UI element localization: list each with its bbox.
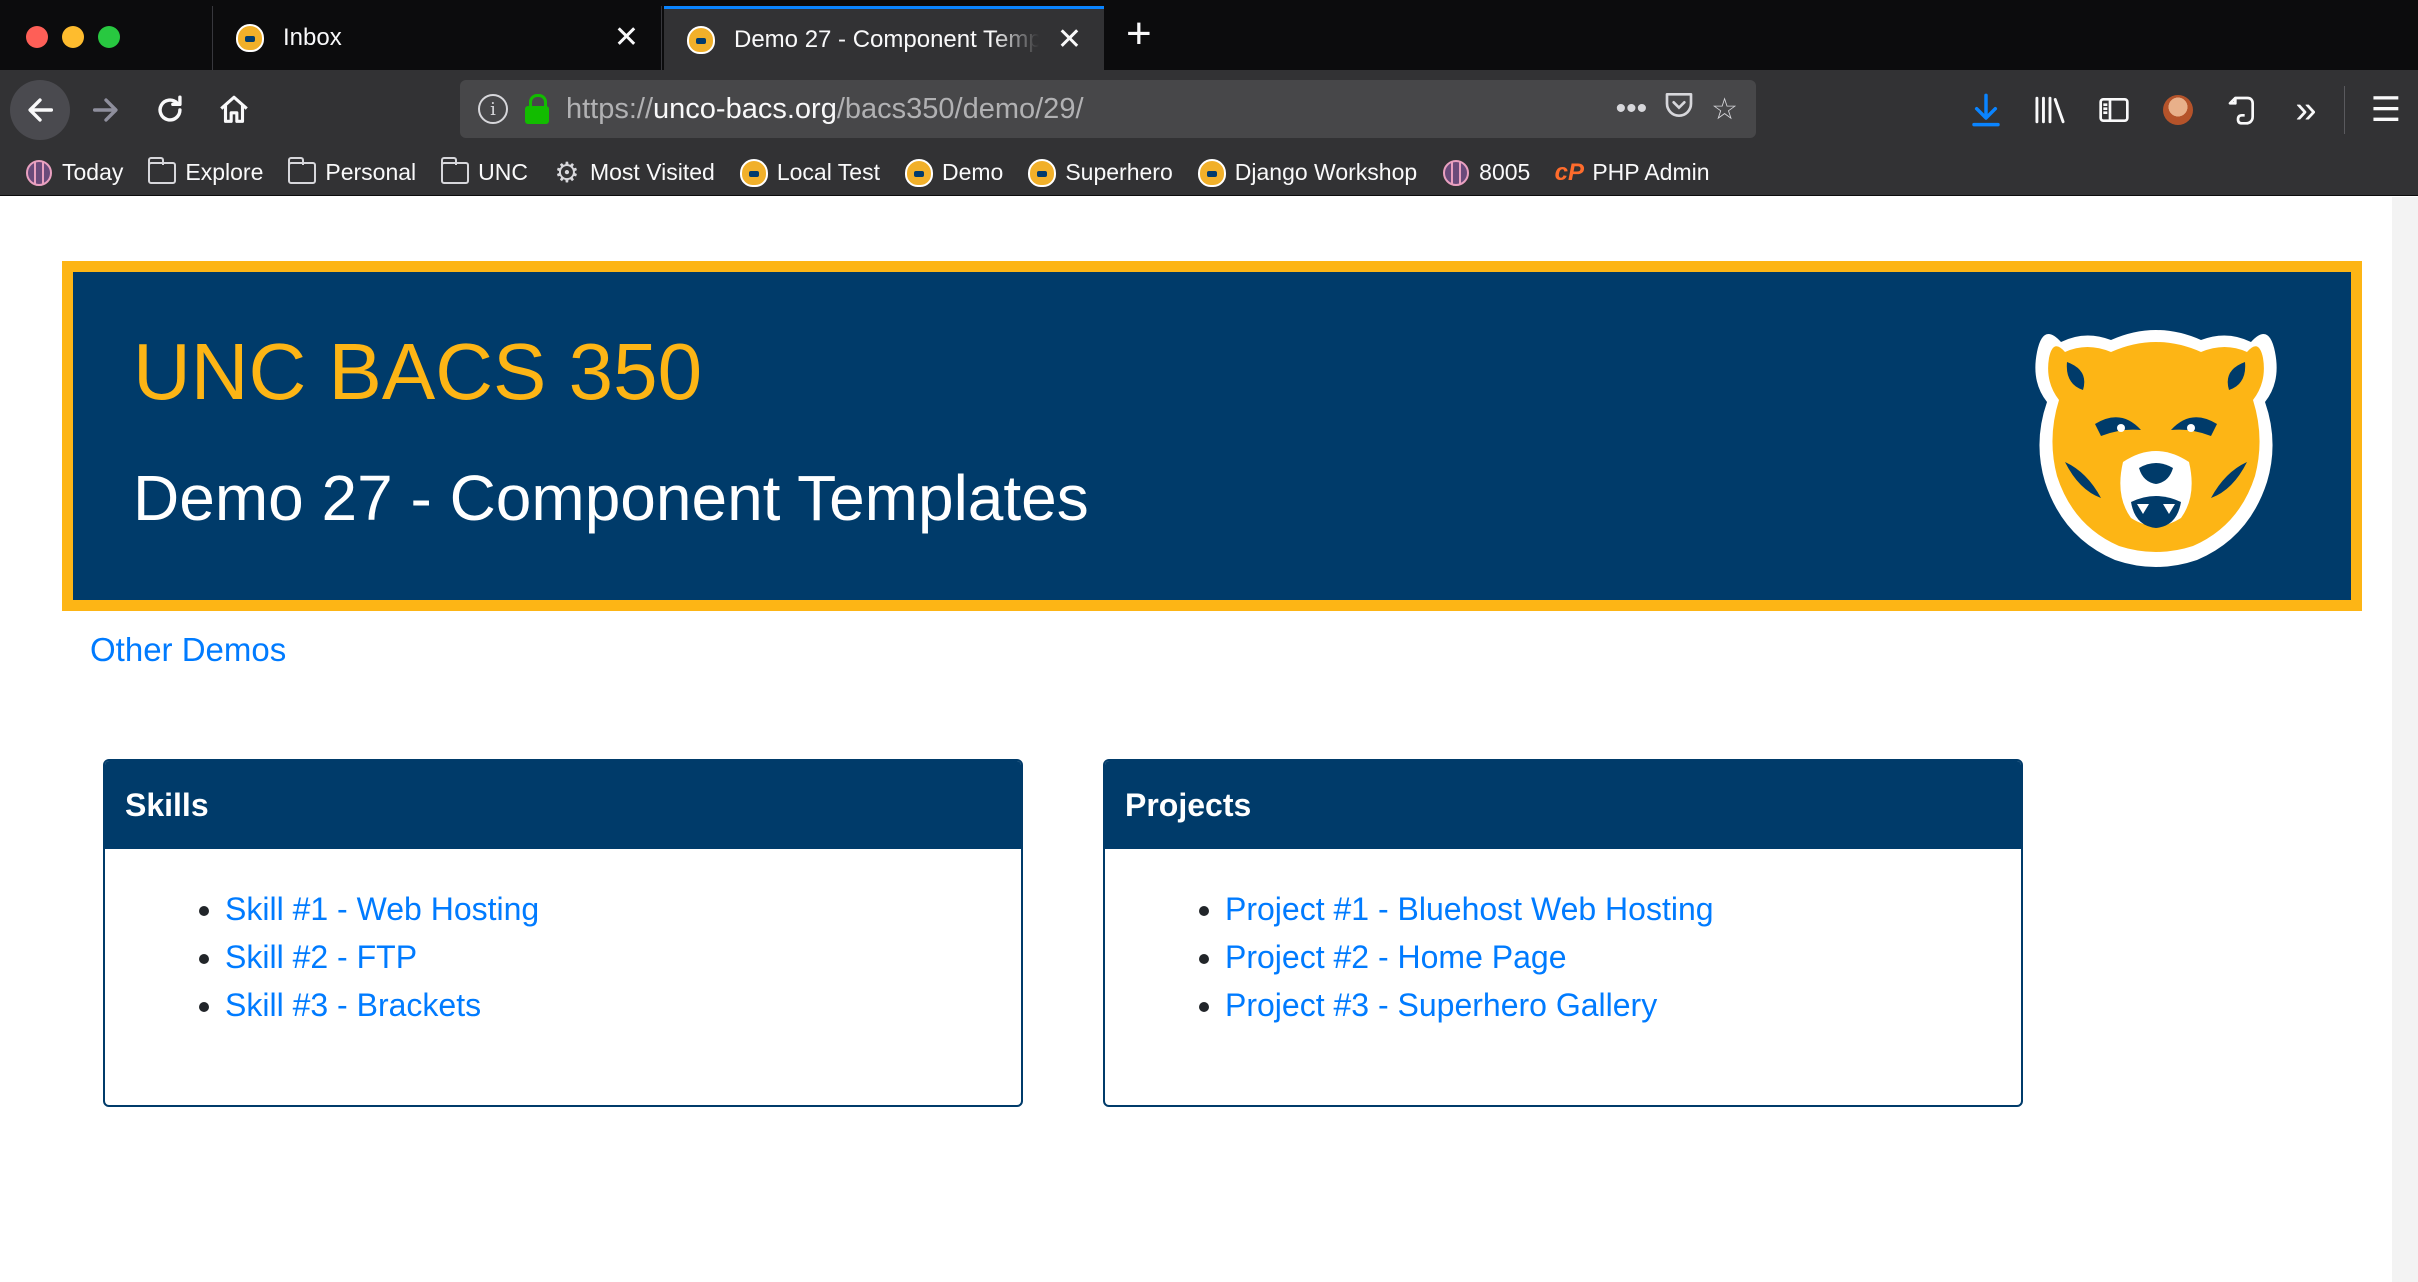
card-header: Projects bbox=[1105, 761, 2021, 849]
url-text[interactable]: https://unco-bacs.org/bacs350/demo/29/ bbox=[566, 93, 1600, 126]
info-icon[interactable]: i bbox=[478, 94, 508, 124]
close-icon[interactable]: ✕ bbox=[1057, 24, 1082, 55]
cpanel-icon: cP bbox=[1554, 158, 1585, 186]
project-link[interactable]: Project #2 - Home Page bbox=[1225, 939, 1567, 975]
project-link[interactable]: Project #3 - Superhero Gallery bbox=[1225, 987, 1657, 1023]
tab-label: Demo 27 - Component Templates bbox=[734, 25, 1039, 53]
navigation-toolbar: i https://unco-bacs.org/bacs350/demo/29/… bbox=[0, 70, 2418, 150]
folder-icon bbox=[440, 156, 470, 188]
bookmark-folder-explore[interactable]: Explore bbox=[147, 156, 264, 188]
tab-bar: Inbox ✕ Demo 27 - Component Templates ✕ … bbox=[0, 0, 2418, 70]
url-path: /bacs350/demo/29/ bbox=[836, 92, 1084, 125]
reload-icon[interactable] bbox=[140, 80, 200, 140]
bookmark-label: Superhero bbox=[1065, 159, 1173, 185]
bookmark-label: UNC bbox=[478, 159, 528, 185]
evernote-icon[interactable] bbox=[2220, 88, 2264, 132]
page-title: Demo 27 - Component Templates bbox=[133, 462, 1089, 534]
list-item: Skill #2 - FTP bbox=[225, 933, 1021, 981]
tab-inbox[interactable]: Inbox ✕ bbox=[212, 6, 662, 70]
bookmark-php-admin[interactable]: cP PHP Admin bbox=[1554, 158, 1710, 188]
bookmark-label: 8005 bbox=[1479, 159, 1531, 185]
home-icon[interactable] bbox=[204, 80, 264, 140]
sidebar-icon[interactable] bbox=[2092, 88, 2136, 132]
bookmark-most-visited[interactable]: ⚙ Most Visited bbox=[552, 157, 715, 188]
folder-icon bbox=[147, 156, 177, 188]
tab-demo-27[interactable]: Demo 27 - Component Templates ✕ bbox=[664, 6, 1104, 70]
download-icon[interactable] bbox=[1964, 88, 2008, 132]
project-link[interactable]: Project #1 - Bluehost Web Hosting bbox=[1225, 891, 1714, 927]
other-demos-link[interactable]: Other Demos bbox=[90, 631, 286, 669]
bear-icon bbox=[904, 158, 934, 188]
window-close-button[interactable] bbox=[26, 26, 48, 48]
lock-icon[interactable] bbox=[524, 94, 550, 124]
bear-logo-icon bbox=[2035, 330, 2277, 567]
projects-list: Project #1 - Bluehost Web Hosting Projec… bbox=[1105, 885, 2021, 1029]
window-zoom-button[interactable] bbox=[98, 26, 120, 48]
globe-icon bbox=[24, 158, 54, 188]
page-viewport: UNC BACS 350 Demo 27 - Component Templat… bbox=[0, 197, 2418, 1282]
bear-icon bbox=[739, 158, 769, 188]
star-icon[interactable]: ☆ bbox=[1711, 92, 1738, 127]
bookmark-local-test[interactable]: Local Test bbox=[739, 158, 880, 188]
tab-label: Inbox bbox=[283, 24, 342, 51]
bookmark-label: PHP Admin bbox=[1592, 159, 1710, 185]
bookmark-label: Most Visited bbox=[589, 159, 715, 185]
bear-icon bbox=[1197, 158, 1227, 188]
bear-icon bbox=[235, 23, 265, 53]
forward-arrow-icon[interactable] bbox=[76, 80, 136, 140]
skills-card: Skills Skill #1 - Web Hosting Skill #2 -… bbox=[103, 759, 1023, 1107]
bear-icon bbox=[1027, 158, 1057, 188]
window-minimize-button[interactable] bbox=[62, 26, 84, 48]
site-title: UNC BACS 350 bbox=[133, 327, 703, 416]
list-item: Project #3 - Superhero Gallery bbox=[1225, 981, 2021, 1029]
skill-link[interactable]: Skill #3 - Brackets bbox=[225, 987, 481, 1023]
list-item: Skill #1 - Web Hosting bbox=[225, 885, 1021, 933]
list-item: Skill #3 - Brackets bbox=[225, 981, 1021, 1029]
bookmark-label: Today bbox=[62, 159, 124, 185]
card-header: Skills bbox=[105, 761, 1021, 849]
skill-link[interactable]: Skill #1 - Web Hosting bbox=[225, 891, 539, 927]
back-arrow-icon[interactable] bbox=[10, 80, 70, 140]
new-tab-button[interactable]: + bbox=[1126, 12, 1152, 56]
pocket-icon[interactable] bbox=[1663, 90, 1695, 128]
chevron-double-right-icon[interactable]: » bbox=[2284, 88, 2328, 132]
toolbar-divider bbox=[2344, 86, 2345, 134]
folder-icon bbox=[287, 156, 317, 188]
more-icon[interactable]: ••• bbox=[1616, 92, 1648, 126]
url-scheme: https:// bbox=[566, 92, 654, 125]
library-icon[interactable] bbox=[2028, 88, 2072, 132]
hamburger-menu-icon[interactable]: ☰ bbox=[2364, 88, 2408, 132]
bookmark-label: Demo bbox=[941, 159, 1004, 185]
bear-icon bbox=[686, 25, 716, 55]
scrollbar-track[interactable] bbox=[2392, 197, 2418, 1282]
list-item: Project #2 - Home Page bbox=[1225, 933, 2021, 981]
list-item: Project #1 - Bluehost Web Hosting bbox=[1225, 885, 2021, 933]
gear-icon: ⚙ bbox=[554, 157, 580, 188]
close-icon[interactable]: ✕ bbox=[614, 23, 639, 53]
avatar-icon[interactable] bbox=[2156, 88, 2200, 132]
skills-list: Skill #1 - Web Hosting Skill #2 - FTP Sk… bbox=[105, 885, 1021, 1029]
bookmark-django-workshop[interactable]: Django Workshop bbox=[1197, 158, 1417, 188]
projects-card: Projects Project #1 - Bluehost Web Hosti… bbox=[1103, 759, 2023, 1107]
bookmarks-toolbar: Today Explore Personal UNC ⚙ Most Visite… bbox=[0, 150, 2418, 196]
address-bar[interactable]: i https://unco-bacs.org/bacs350/demo/29/… bbox=[460, 80, 1756, 138]
bookmark-superhero[interactable]: Superhero bbox=[1027, 158, 1173, 188]
bookmark-label: Explore bbox=[185, 159, 264, 185]
bookmark-label: Local Test bbox=[776, 159, 880, 185]
bookmark-folder-unc[interactable]: UNC bbox=[440, 156, 528, 188]
globe-icon bbox=[1441, 158, 1471, 188]
bookmark-label: Personal bbox=[325, 159, 417, 185]
bookmark-folder-personal[interactable]: Personal bbox=[287, 156, 417, 188]
bookmark-today[interactable]: Today bbox=[24, 158, 123, 188]
skill-link[interactable]: Skill #2 - FTP bbox=[225, 939, 417, 975]
url-host: unco-bacs.org bbox=[653, 92, 837, 125]
page-banner: UNC BACS 350 Demo 27 - Component Templat… bbox=[62, 261, 2362, 611]
bookmark-8005[interactable]: 8005 bbox=[1441, 158, 1530, 188]
bookmark-label: Django Workshop bbox=[1234, 159, 1418, 185]
bookmark-demo[interactable]: Demo bbox=[904, 158, 1003, 188]
